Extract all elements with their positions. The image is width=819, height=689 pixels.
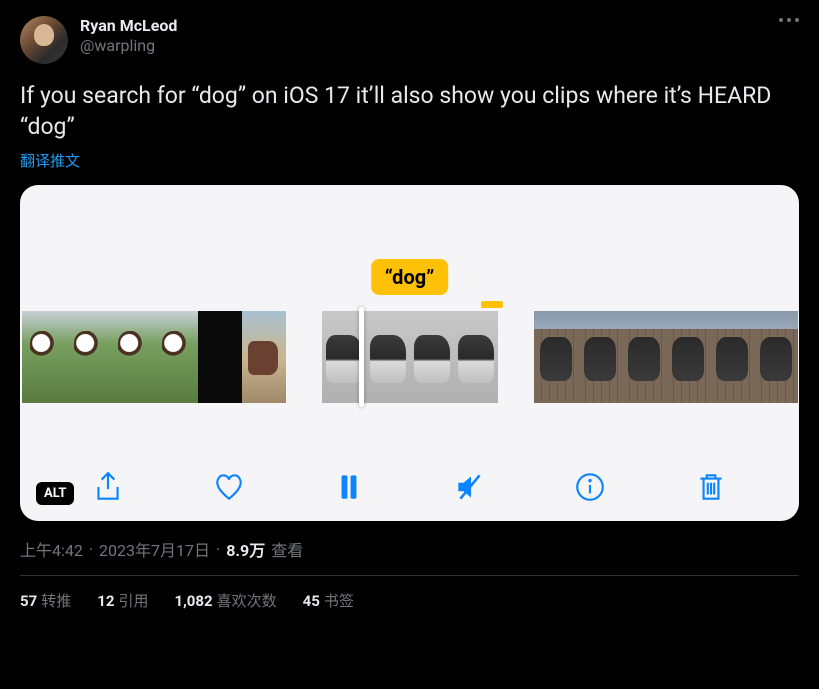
retweet-label: 转推 xyxy=(41,592,71,610)
tweet-meta: 上午4:42 · 2023年7月17日 · 8.9万 查看 xyxy=(20,537,799,561)
quote-count: 12 xyxy=(97,592,114,610)
clip-thumbnail xyxy=(534,311,578,403)
clip-thumbnail xyxy=(22,311,66,403)
media-toolbar xyxy=(20,467,799,507)
like-count: 1,082 xyxy=(174,592,212,610)
like-stat[interactable]: 1,082 喜欢次数 xyxy=(174,590,276,611)
clip-thumbnail xyxy=(154,311,198,403)
clip-group-3 xyxy=(534,311,798,403)
avatar[interactable] xyxy=(20,16,68,64)
clip-group-2 xyxy=(322,311,498,403)
video-timeline[interactable] xyxy=(20,311,799,403)
clip-thumbnail xyxy=(666,311,710,403)
tweet-date[interactable]: 2023年7月17日 xyxy=(99,537,210,561)
author-handle: @warpling xyxy=(80,36,177,56)
translate-link[interactable]: 翻译推文 xyxy=(20,150,80,171)
meta-separator: · xyxy=(216,540,220,559)
search-result-tag-marker xyxy=(481,301,503,308)
heart-icon[interactable] xyxy=(209,467,249,507)
author-block[interactable]: Ryan McLeod @warpling xyxy=(80,16,177,56)
meta-separator: · xyxy=(89,540,93,559)
tweet-header: Ryan McLeod @warpling xyxy=(20,16,799,64)
engagement-bar: 57转推 12引用 1,082 喜欢次数 45书签 xyxy=(20,590,799,611)
pause-icon[interactable] xyxy=(329,467,369,507)
view-label: 查看 xyxy=(271,537,303,561)
divider xyxy=(20,575,799,576)
clip-thumbnail xyxy=(66,311,110,403)
tweet-time[interactable]: 上午4:42 xyxy=(20,537,83,561)
clip-group-1 xyxy=(22,311,286,403)
like-label: 喜欢次数 xyxy=(217,592,277,610)
tweet-text: If you search for “dog” on iOS 17 it’ll … xyxy=(20,80,799,142)
author-display-name: Ryan McLeod xyxy=(80,16,177,36)
mute-icon[interactable] xyxy=(450,467,490,507)
search-result-tag: “dog” xyxy=(371,259,449,295)
media-attachment[interactable]: “dog” xyxy=(20,185,799,521)
more-options-icon[interactable] xyxy=(779,18,799,22)
clip-thumbnail xyxy=(578,311,622,403)
tweet-container: Ryan McLeod @warpling If you search for … xyxy=(0,0,819,623)
view-count: 8.9万 xyxy=(226,537,265,561)
bookmark-label: 书签 xyxy=(324,592,354,610)
clip-thumbnail xyxy=(366,311,410,403)
bookmark-stat[interactable]: 45书签 xyxy=(303,590,354,611)
clip-thumbnail xyxy=(110,311,154,403)
retweet-count: 57 xyxy=(20,592,37,610)
info-icon[interactable] xyxy=(570,467,610,507)
clip-thumbnail xyxy=(710,311,754,403)
clip-thumbnail xyxy=(622,311,666,403)
clip-thumbnail xyxy=(410,311,454,403)
share-icon[interactable] xyxy=(88,467,128,507)
quote-stat[interactable]: 12引用 xyxy=(97,590,148,611)
quote-label: 引用 xyxy=(118,592,148,610)
retweet-stat[interactable]: 57转推 xyxy=(20,590,71,611)
trash-icon[interactable] xyxy=(691,467,731,507)
alt-text-badge[interactable]: ALT xyxy=(36,482,74,505)
bookmark-count: 45 xyxy=(303,592,320,610)
video-playhead[interactable] xyxy=(359,307,364,407)
clip-thumbnail xyxy=(198,311,242,403)
clip-thumbnail xyxy=(454,311,498,403)
clip-thumbnail xyxy=(242,311,286,403)
clip-thumbnail xyxy=(754,311,798,403)
